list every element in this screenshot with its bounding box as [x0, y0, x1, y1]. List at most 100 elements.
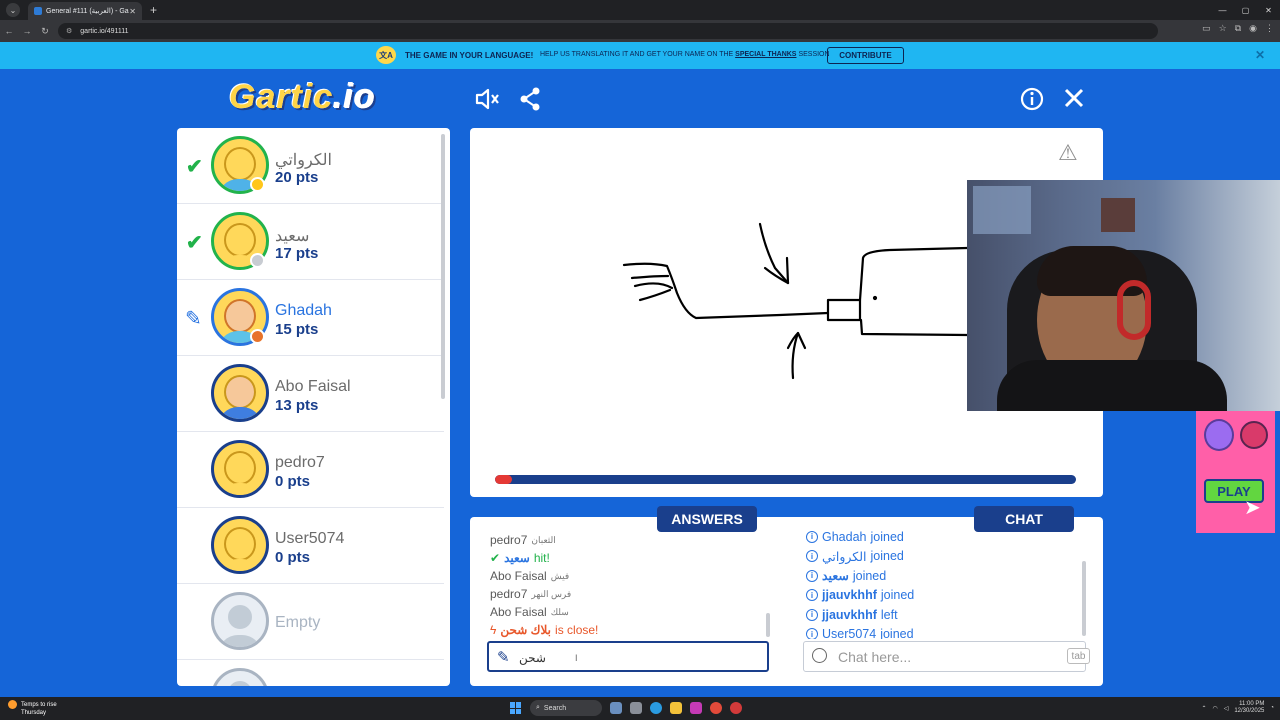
player-row[interactable]: ✔ سعيد 17 pts — [177, 204, 444, 280]
close-window-icon[interactable]: ✕ — [1257, 6, 1280, 15]
exit-icon[interactable] — [1063, 87, 1085, 113]
answer-line: pedro7 فرس النهر — [490, 587, 572, 601]
player-row[interactable]: Abo Faisal 13 pts — [177, 356, 444, 432]
chat-line: i Ghadah joined — [806, 527, 1076, 547]
search-icon: ⌕ — [536, 704, 540, 711]
clock[interactable]: 11:00 PM 12/30/2025 — [1234, 701, 1264, 715]
share-icon[interactable] — [519, 87, 541, 115]
chat-line: i jjauvkhhf joined — [806, 586, 1076, 606]
weather-icon — [8, 700, 17, 709]
weather-widget[interactable]: Temps to rise Thursday — [8, 700, 57, 717]
player-points: 0 pts — [275, 549, 311, 566]
extensions-icon[interactable]: ⧉ — [1235, 23, 1241, 34]
profile-icon[interactable]: ◉ — [1249, 23, 1257, 34]
chat-scrollbar[interactable] — [1082, 561, 1086, 636]
player-points: 17 pts — [275, 245, 319, 262]
task-view-icon[interactable] — [610, 702, 622, 714]
status-dot — [250, 329, 265, 344]
avatar — [211, 440, 269, 498]
player-row[interactable]: ✔ الكرواتي 20 pts — [177, 128, 444, 204]
webcam-overlay — [967, 180, 1280, 411]
answers-header: ANSWERS — [657, 506, 757, 532]
answers-scrollbar[interactable] — [766, 613, 770, 637]
checkmark-icon: ✔ — [186, 156, 203, 178]
minimize-icon[interactable]: — — [1211, 6, 1234, 15]
avatar — [211, 364, 269, 422]
player-points: 0 pts — [275, 473, 311, 490]
volume-icon[interactable]: ◁ — [1224, 705, 1229, 712]
window-controls: — ▢ ✕ — [1211, 0, 1280, 20]
wifi-icon[interactable]: ◠ — [1212, 705, 1217, 712]
back-icon[interactable]: ← — [0, 26, 18, 36]
lightning-icon: ϟ — [490, 623, 497, 637]
tray-chevron-icon[interactable]: ⌃ — [1201, 705, 1206, 712]
answers-list: pedro7 الثعبان ✔ سعيد hit! Abo Faisal فيش pe… — [490, 531, 760, 639]
maximize-icon[interactable]: ▢ — [1234, 6, 1257, 15]
chrome-icon[interactable] — [710, 702, 722, 714]
browser-tab-title: General #111 (العربية) - Gartic.io — [46, 8, 129, 15]
cast-icon[interactable]: ▭ — [1202, 23, 1211, 34]
app-icon[interactable] — [730, 702, 742, 714]
tab-list-button[interactable]: ⌄ — [6, 3, 20, 17]
contribute-button[interactable]: CONTRIBUTE — [827, 47, 904, 64]
translate-icon: 文A — [376, 46, 396, 64]
chat-input[interactable]: Chat here... tab — [803, 641, 1090, 672]
info-icon[interactable] — [1020, 87, 1044, 115]
ad-character-icon — [1240, 421, 1268, 449]
player-name: User5074 — [275, 530, 345, 547]
instagram-icon[interactable] — [690, 702, 702, 714]
chat-line: i الكرواتي joined — [806, 547, 1076, 567]
special-thanks-link[interactable]: SPECIAL THANKS — [735, 51, 796, 58]
reload-icon[interactable]: ↻ — [36, 26, 54, 37]
notifications-icon[interactable]: ◔ — [1270, 705, 1274, 711]
edge-icon[interactable] — [650, 702, 662, 714]
chat-line: i User5074 joined — [806, 625, 1076, 639]
start-windows-icon[interactable] — [510, 702, 522, 714]
chat-line: i سعيد joined — [806, 566, 1076, 586]
tab-key-hint: tab — [1067, 648, 1090, 664]
advertisement[interactable]: PLAY ➤ — [1196, 411, 1275, 533]
text-cursor-icon: I — [575, 653, 578, 663]
player-row[interactable]: ✎ Ghadah 15 pts — [177, 280, 444, 356]
gartic-logo: Gartic.io — [229, 78, 376, 116]
close-banner-icon[interactable]: ✕ — [1255, 48, 1265, 62]
taskbar-search[interactable]: ⌕ Search — [530, 700, 602, 716]
menu-icon[interactable]: ⋮ — [1265, 23, 1274, 34]
os-taskbar: Temps to rise Thursday ⌕ Search ⌃ ◠ ◁ 11:… — [0, 697, 1280, 720]
avatar — [211, 516, 269, 574]
player-row[interactable]: pedro7 0 pts — [177, 432, 444, 508]
pencil-icon: ✎ — [497, 649, 510, 666]
new-tab-button[interactable]: + — [150, 3, 157, 17]
file-explorer-icon[interactable] — [670, 702, 682, 714]
site-info-icon[interactable]: ⚙ — [66, 27, 72, 35]
status-dot — [250, 253, 265, 268]
info-icon: i — [806, 589, 818, 602]
url-field[interactable]: ⚙ gartic.io/491111 — [58, 23, 1158, 39]
drawing-pencil-icon: ✎ — [185, 308, 202, 330]
empty-avatar — [211, 592, 269, 650]
forward-icon[interactable]: → — [18, 26, 36, 36]
banner-headline: THE GAME IN YOUR LANGUAGE! — [405, 51, 534, 60]
close-tab-icon[interactable]: ✕ — [129, 7, 136, 16]
player-points: 15 pts — [275, 321, 319, 338]
player-name: Abo Faisal — [275, 378, 351, 395]
browser-address-bar: ← → ↻ ⚙ gartic.io/491111 ▭ ☆ ⧉ ◉ ⋮ — [0, 20, 1280, 42]
info-icon: i — [806, 569, 818, 582]
info-icon: i — [806, 608, 818, 621]
players-scrollbar[interactable] — [441, 134, 445, 399]
bookmark-star-icon[interactable]: ☆ — [1219, 23, 1227, 34]
ad-character-icon — [1204, 419, 1234, 451]
answer-line: Abo Faisal فيش — [490, 569, 570, 583]
timer-fill — [495, 475, 513, 484]
report-warning-icon[interactable]: ⚠ — [1058, 140, 1078, 166]
answer-input[interactable]: ✎ شحن I — [487, 641, 769, 672]
browser-tab[interactable]: General #111 (العربية) - Gartic.io ✕ — [28, 2, 142, 20]
chat-bubble-icon — [812, 648, 827, 663]
terminal-icon[interactable] — [630, 702, 642, 714]
answer-line: ✔ سعيد hit! — [490, 551, 550, 565]
player-row[interactable]: User5074 0 pts — [177, 508, 444, 584]
system-tray: ⌃ ◠ ◁ 11:00 PM 12/30/2025 ◔ — [1201, 701, 1274, 715]
sound-muted-icon[interactable] — [474, 87, 500, 115]
chat-list: i Ghadah joined i الكرواتي joined i سعيد joine… — [806, 527, 1076, 639]
answer-line: Abo Faisal سلك — [490, 605, 569, 619]
